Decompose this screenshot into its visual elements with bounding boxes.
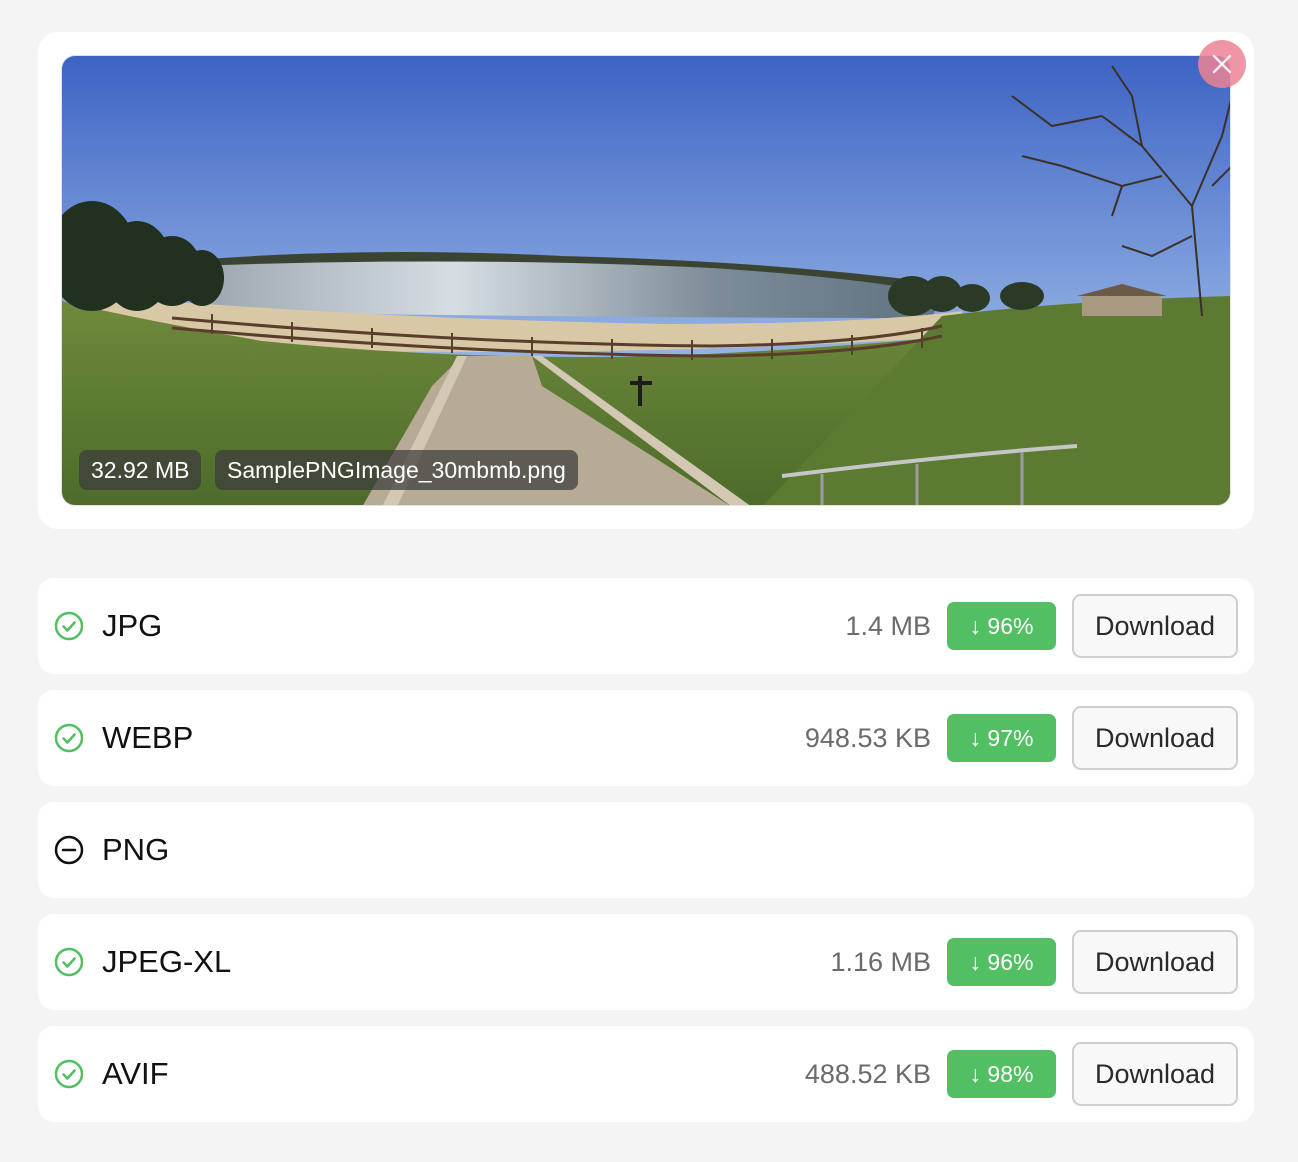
size-saving-badge: ↓ 96% bbox=[947, 602, 1056, 650]
original-file-name: SamplePNGImage_30mbmb.png bbox=[215, 450, 578, 490]
download-jpeg-xl-button[interactable]: Download bbox=[1072, 930, 1238, 994]
conversion-row-jpg: JPG 1.4 MB ↓ 96% Download bbox=[38, 578, 1254, 674]
original-file-size: 32.92 MB bbox=[79, 450, 202, 490]
format-label: PNG bbox=[102, 832, 170, 867]
download-jpg-button[interactable]: Download bbox=[1072, 594, 1238, 658]
converted-file-size: 1.16 MB bbox=[830, 947, 931, 977]
preview-image bbox=[61, 55, 1231, 506]
download-webp-button[interactable]: Download bbox=[1072, 706, 1238, 770]
size-saving-badge: ↓ 98% bbox=[947, 1050, 1056, 1098]
minus-circle-icon bbox=[54, 835, 84, 865]
conversion-row-avif: AVIF 488.52 KB ↓ 98% Download bbox=[38, 1026, 1254, 1122]
converted-file-size: 1.4 MB bbox=[845, 611, 931, 641]
check-circle-icon bbox=[54, 1059, 84, 1089]
format-label: JPEG-XL bbox=[102, 944, 232, 979]
image-preview-card: 32.92 MB SamplePNGImage_30mbmb.png bbox=[38, 32, 1254, 529]
check-circle-icon bbox=[54, 611, 84, 641]
conversion-row-jpeg-xl: JPEG-XL 1.16 MB ↓ 96% Download bbox=[38, 914, 1254, 1010]
conversion-row-webp: WEBP 948.53 KB ↓ 97% Download bbox=[38, 690, 1254, 786]
format-label: AVIF bbox=[102, 1056, 169, 1091]
size-saving-badge: ↓ 97% bbox=[947, 714, 1056, 762]
remove-image-button[interactable] bbox=[1198, 40, 1246, 88]
check-circle-icon bbox=[54, 947, 84, 977]
download-avif-button[interactable]: Download bbox=[1072, 1042, 1238, 1106]
converted-file-size: 488.52 KB bbox=[804, 1059, 931, 1089]
conversion-row-png: PNG bbox=[38, 802, 1254, 898]
check-circle-icon bbox=[54, 723, 84, 753]
close-icon bbox=[1212, 54, 1232, 74]
format-label: WEBP bbox=[102, 720, 194, 755]
converted-file-size: 948.53 KB bbox=[804, 723, 931, 753]
format-label: JPG bbox=[102, 608, 163, 643]
size-saving-badge: ↓ 96% bbox=[947, 938, 1056, 986]
